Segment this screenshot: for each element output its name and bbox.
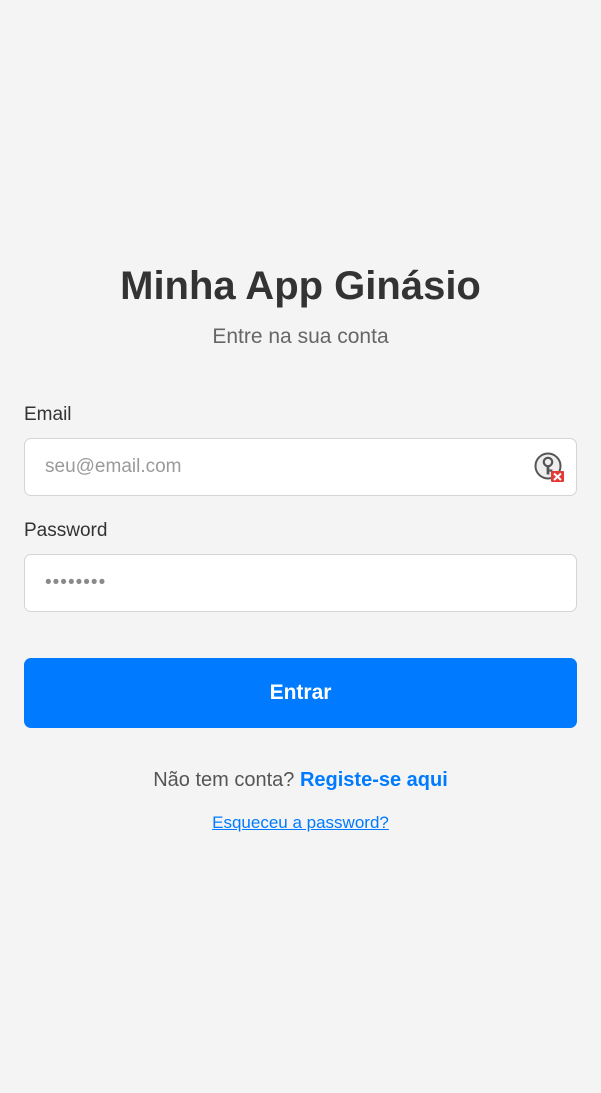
email-field[interactable] (24, 438, 577, 496)
password-label: Password (24, 520, 108, 541)
login-button[interactable]: Entrar (24, 658, 577, 728)
forgot-password-link[interactable]: Esqueceu a password? (212, 813, 389, 832)
no-account-text: Não tem conta? (153, 769, 295, 791)
email-label: Email (24, 404, 72, 425)
password-manager-icon[interactable] (534, 452, 564, 482)
forgot-password-row: Esqueceu a password? (0, 811, 601, 835)
page-subtitle: Entre na sua conta (212, 325, 389, 348)
register-prompt: Não tem conta? Registe-se aqui (0, 765, 601, 795)
register-link[interactable]: Registe-se aqui (300, 769, 448, 791)
page-title: Minha App Ginásio (120, 264, 481, 308)
password-field[interactable] (24, 554, 577, 612)
